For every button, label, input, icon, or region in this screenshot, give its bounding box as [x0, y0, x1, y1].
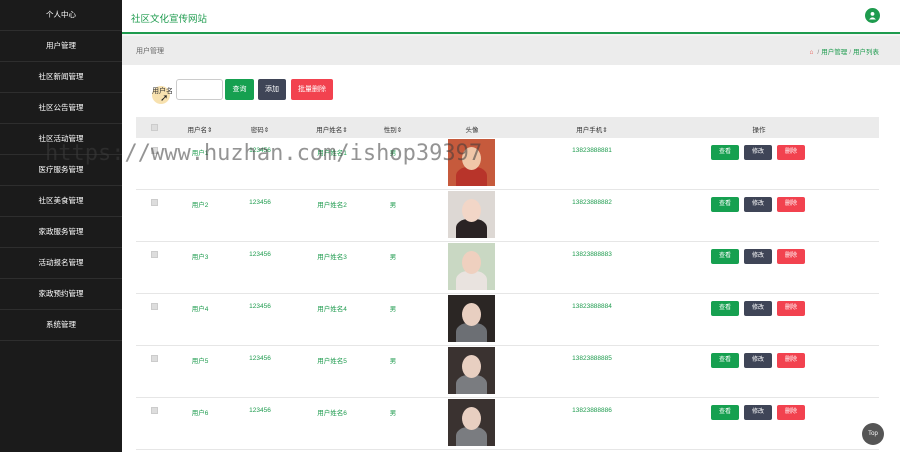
- page-title: 用户管理: [136, 48, 164, 55]
- query-button[interactable]: 查询: [225, 79, 254, 100]
- table-row: 用户3 123456 用户姓名3 男 13823888883 查看 修改 删除: [136, 242, 879, 294]
- column-header-avatar: 头像: [465, 127, 479, 134]
- cell-name: 用户姓名2: [317, 202, 347, 209]
- sidebar: 个人中心 用户管理 社区新闻管理 社区公告管理 社区活动管理 医疗服务管理 社区…: [0, 0, 122, 452]
- mouse-cursor-icon: ➚: [160, 93, 169, 104]
- sidebar-item-food[interactable]: 社区美食管理: [0, 186, 122, 217]
- table-row: 用户5 123456 用户姓名5 男 13823888885 查看 修改 删除: [136, 346, 879, 398]
- view-button[interactable]: 查看: [711, 249, 739, 264]
- search-input[interactable]: [176, 79, 223, 100]
- watermark-text: https://www.huzhan.com/ishop39397: [45, 141, 483, 166]
- column-header-actions: 操作: [752, 127, 766, 134]
- cell-phone: 13823888882: [572, 199, 612, 206]
- cell-username: 用户4: [191, 306, 209, 313]
- avatar: [448, 399, 495, 446]
- avatar: [448, 295, 495, 342]
- batch-delete-button[interactable]: 批量删除: [291, 79, 333, 100]
- delete-button[interactable]: 删除: [777, 405, 805, 420]
- cell-password: 123456: [249, 199, 271, 206]
- delete-button[interactable]: 删除: [777, 301, 805, 316]
- sidebar-item-profile[interactable]: 个人中心: [0, 0, 122, 31]
- breadcrumb-item[interactable]: 用户管理: [821, 49, 847, 56]
- view-button[interactable]: 查看: [711, 301, 739, 316]
- cell-name: 用户姓名3: [317, 254, 347, 261]
- edit-button[interactable]: 修改: [744, 145, 772, 160]
- breadcrumb: ⌂ / 用户管理 / 用户列表: [809, 49, 879, 56]
- view-button[interactable]: 查看: [711, 145, 739, 160]
- cell-username: 用户3: [191, 254, 209, 261]
- back-to-top-button[interactable]: Top: [862, 423, 884, 445]
- sidebar-item-users[interactable]: 用户管理: [0, 31, 122, 62]
- main-content: 用户名 ➚ 查询 添加 批量删除 用户名⇕ 密码⇕ 用户姓名⇕ 性别⇕ 头像 用…: [122, 65, 900, 452]
- edit-button[interactable]: 修改: [744, 301, 772, 316]
- cell-phone: 13823888884: [572, 303, 612, 310]
- cell-name: 用户姓名6: [317, 410, 347, 417]
- user-icon[interactable]: [865, 8, 880, 23]
- table-header: 用户名⇕ 密码⇕ 用户姓名⇕ 性别⇕ 头像 用户手机⇕ 操作: [136, 117, 879, 138]
- cell-phone: 13823888886: [572, 407, 612, 414]
- edit-button[interactable]: 修改: [744, 405, 772, 420]
- column-header-username[interactable]: 用户名⇕: [188, 124, 213, 134]
- cell-phone: 13823888883: [572, 251, 612, 258]
- row-checkbox[interactable]: [151, 303, 158, 310]
- row-checkbox[interactable]: [151, 251, 158, 258]
- cell-phone: 13823888885: [572, 355, 612, 362]
- row-checkbox[interactable]: [151, 199, 158, 206]
- user-table: 用户名⇕ 密码⇕ 用户姓名⇕ 性别⇕ 头像 用户手机⇕ 操作 用户1 123456…: [136, 117, 879, 450]
- row-checkbox[interactable]: [151, 407, 158, 414]
- edit-button[interactable]: 修改: [744, 197, 772, 212]
- select-all-checkbox[interactable]: [151, 124, 158, 131]
- cell-password: 123456: [249, 303, 271, 310]
- view-button[interactable]: 查看: [711, 353, 739, 368]
- delete-button[interactable]: 删除: [777, 197, 805, 212]
- cell-password: 123456: [249, 407, 271, 414]
- row-checkbox[interactable]: [151, 355, 158, 362]
- view-button[interactable]: 查看: [711, 405, 739, 420]
- cell-password: 123456: [249, 355, 271, 362]
- avatar: [448, 347, 495, 394]
- cell-gender: 男: [389, 254, 397, 261]
- cell-name: 用户姓名5: [317, 358, 347, 365]
- edit-button[interactable]: 修改: [744, 353, 772, 368]
- cell-name: 用户姓名4: [317, 306, 347, 313]
- cell-phone: 13823888881: [572, 147, 612, 154]
- breadcrumb-bar: 用户管理 ⌂ / 用户管理 / 用户列表: [122, 36, 900, 65]
- breadcrumb-item: 用户列表: [853, 49, 879, 56]
- cell-username: 用户5: [191, 358, 209, 365]
- cell-gender: 男: [389, 410, 397, 417]
- sidebar-item-notices[interactable]: 社区公告管理: [0, 93, 122, 124]
- column-header-password[interactable]: 密码⇕: [251, 124, 269, 134]
- cell-username: 用户6: [191, 410, 209, 417]
- cell-username: 用户2: [191, 202, 209, 209]
- site-title: 社区文化宣传网站: [131, 14, 208, 25]
- sidebar-item-signup[interactable]: 活动报名管理: [0, 248, 122, 279]
- table-row: 用户2 123456 用户姓名2 男 13823888882 查看 修改 删除: [136, 190, 879, 242]
- column-header-name[interactable]: 用户姓名⇕: [316, 124, 347, 134]
- delete-button[interactable]: 删除: [777, 249, 805, 264]
- view-button[interactable]: 查看: [711, 197, 739, 212]
- column-header-gender[interactable]: 性别⇕: [384, 124, 402, 134]
- table-row: 用户4 123456 用户姓名4 男 13823888884 查看 修改 删除: [136, 294, 879, 346]
- delete-button[interactable]: 删除: [777, 145, 805, 160]
- cell-gender: 男: [389, 202, 397, 209]
- avatar: [448, 243, 495, 290]
- home-icon[interactable]: ⌂: [809, 49, 813, 56]
- sidebar-item-system[interactable]: 系统管理: [0, 310, 122, 341]
- sidebar-item-news[interactable]: 社区新闻管理: [0, 62, 122, 93]
- top-bar: 社区文化宣传网站: [122, 0, 900, 34]
- column-header-phone[interactable]: 用户手机⇕: [576, 124, 607, 134]
- sidebar-item-housekeeping[interactable]: 家政服务管理: [0, 217, 122, 248]
- avatar: [448, 191, 495, 238]
- delete-button[interactable]: 删除: [777, 353, 805, 368]
- cell-password: 123456: [249, 251, 271, 258]
- add-button[interactable]: 添加: [258, 79, 286, 100]
- cell-gender: 男: [389, 358, 397, 365]
- cell-gender: 男: [389, 306, 397, 313]
- sidebar-item-booking[interactable]: 家政预约管理: [0, 279, 122, 310]
- table-row: 用户6 123456 用户姓名6 男 13823888886 查看 修改 删除: [136, 398, 879, 450]
- edit-button[interactable]: 修改: [744, 249, 772, 264]
